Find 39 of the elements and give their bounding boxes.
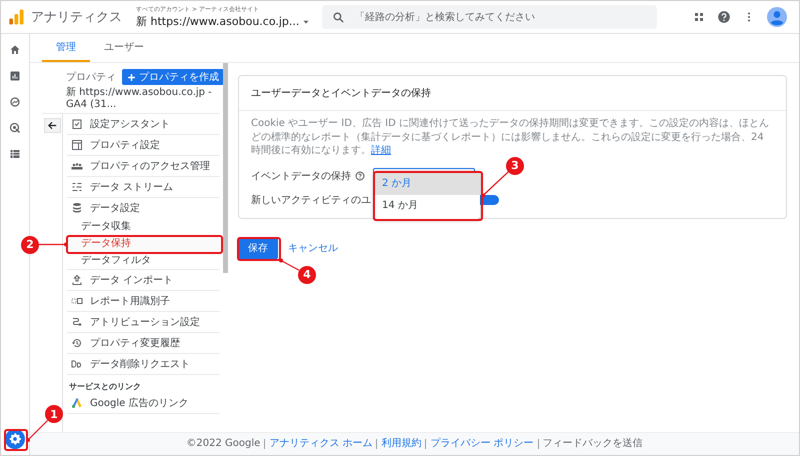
nav-item[interactable]: Google 広告のリンク <box>67 393 220 414</box>
cancel-link[interactable]: キャンセル <box>288 240 338 254</box>
search-field[interactable]: 「経路の分析」と検索してみてください <box>322 5 657 29</box>
tab[interactable]: ユーザー <box>90 34 158 62</box>
search-input[interactable]: 「経路の分析」と検索してみてください <box>353 10 647 24</box>
details-link[interactable]: 詳細 <box>371 145 391 156</box>
section-title: サービスとのリンク <box>68 381 142 393</box>
step-number: 2 <box>21 236 39 254</box>
step-number: 3 <box>506 156 524 174</box>
nav-item[interactable]: プロパティのアクセス管理 <box>67 156 220 176</box>
nav-item[interactable]: データ ストリーム <box>67 177 220 197</box>
nav-item[interactable]: プロパティ設定 <box>67 135 220 155</box>
nav-item[interactable]: データ削除リクエスト <box>67 354 220 374</box>
create-property-button[interactable]: プロパティを作成 <box>122 69 224 85</box>
step-number: 1 <box>45 405 63 423</box>
tab[interactable]: 管理 <box>42 34 90 62</box>
description-text: Cookie やユーザー ID、広告 ID に関連付けて送ったデータの保持期間は変更できます。この設定の内容は、ほとんどの標準的なレポート（集計データに基づくレポート）には影響しません。これらの設定に変更を行った場合、24 時間後に有効になります。詳細 <box>251 117 770 158</box>
property-label: プロパティ <box>66 70 116 84</box>
nav-item[interactable]: プロパティ変更履歴 <box>67 333 220 353</box>
footer-link[interactable]: プライバシー ポリシー <box>425 439 538 449</box>
property-name[interactable]: 新 https://www.asobou.co.jp - GA4 (31... <box>66 87 220 110</box>
nav-item[interactable]: データ インポート <box>67 270 220 290</box>
nav-item[interactable]: 設定アシスタント <box>67 114 220 134</box>
copyright-text: ©2022 Google <box>185 439 262 449</box>
field-label: 新しいアクティビティのユ <box>251 194 371 206</box>
nav-item[interactable]: データ設定 <box>67 198 220 218</box>
property-selector[interactable]: 新 https://www.asobou.co.jp... <box>136 14 300 29</box>
footer-link[interactable]: 利用規約 <box>376 439 426 449</box>
nav-subitem[interactable]: データ収集 <box>67 218 220 235</box>
feedback-link[interactable]: フィードバックを送信 <box>538 439 647 449</box>
nav-subitem[interactable]: データフィルタ <box>67 252 220 269</box>
card-title: ユーザーデータとイベントデータの保持 <box>239 76 786 111</box>
nav-item[interactable]: アトリビューション設定 <box>67 312 220 332</box>
nav-item[interactable]: レポート用識別子 <box>67 291 220 311</box>
dropdown-option[interactable]: 14 か月 <box>374 194 480 216</box>
footer-link[interactable]: アナリティクス ホーム <box>264 439 376 449</box>
step-number: 4 <box>298 266 316 284</box>
field-label: イベントデータの保持 <box>251 170 351 182</box>
product-name: アナリティクス <box>31 9 122 26</box>
